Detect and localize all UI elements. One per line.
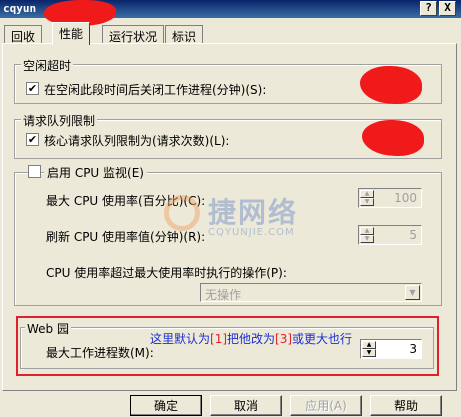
close-title-button[interactable]: X — [439, 1, 456, 16]
max-cpu-spinner[interactable]: ▲ ▼ 100 — [358, 188, 422, 208]
watermark: 捷网络 CQYUNJIE.COM — [164, 191, 354, 245]
apply-button[interactable]: 应用(A) — [290, 395, 362, 416]
help-title-button[interactable]: ? — [420, 1, 437, 16]
cpu-monitor-title: 启用 CPU 监视(E) — [44, 164, 147, 181]
tab-health[interactable]: 运行状况 — [102, 25, 165, 44]
cpu-action-label: CPU 使用率超过最大使用率时执行的操作(P): — [46, 266, 287, 280]
refresh-cpu-spinner[interactable]: ▲ ▼ 5 — [358, 225, 422, 245]
request-queue-label: 核心请求队列限制为(请求次数)(L): — [44, 134, 230, 148]
watermark-domain: CQYUNJIE.COM — [208, 227, 295, 238]
spin-up-icon[interactable]: ▲ — [360, 227, 374, 235]
note-text: 这里默认为 — [150, 332, 211, 346]
chevron-down-icon[interactable]: ▼ — [405, 285, 420, 300]
annotation-note: 这里默认为[1]把他改为[3]或更大也行 — [150, 330, 352, 347]
spin-down-icon[interactable]: ▼ — [360, 235, 374, 243]
idle-timeout-checkbox[interactable]: ✔ — [26, 82, 39, 95]
spin-up-icon[interactable]: ▲ — [360, 190, 374, 198]
spin-down-icon[interactable]: ▼ — [360, 198, 374, 206]
watermark-logo-icon — [164, 195, 200, 231]
idle-timeout-label: 在空闲此段时间后关闭工作进程(分钟)(S): — [44, 83, 267, 97]
help-button[interactable]: 帮助 — [370, 395, 442, 416]
max-cpu-value: 100 — [394, 191, 417, 205]
request-queue-title: 请求队列限制 — [21, 112, 98, 129]
tab-recycle[interactable]: 回收 — [4, 25, 43, 44]
note-text: 把他改为 — [227, 332, 276, 346]
tab-identity[interactable]: 标识 — [165, 25, 204, 44]
note-text: 或更大也行 — [292, 332, 353, 346]
ok-button[interactable]: 确定 — [130, 395, 202, 416]
window-title: cqyun — [3, 2, 37, 15]
note-new-value: [3] — [275, 332, 293, 346]
note-old-value: [1] — [210, 332, 228, 346]
tab-performance[interactable]: 性能 — [52, 22, 91, 45]
watermark-brand: 捷网络 — [208, 196, 299, 229]
title-bar: cqyun ? X — [0, 0, 461, 26]
cpu-monitor-checkbox[interactable] — [28, 165, 41, 178]
cpu-action-select[interactable]: 无操作 ▼ — [200, 283, 422, 302]
idle-timeout-title: 空闲超时 — [21, 57, 74, 74]
tab-strip: 回收 性能 运行状况 标识 — [0, 22, 461, 45]
cpu-action-value: 无操作 — [205, 288, 242, 302]
cancel-button[interactable]: 取消 — [210, 395, 282, 416]
refresh-cpu-value: 5 — [409, 228, 417, 242]
request-queue-checkbox[interactable]: ✔ — [26, 133, 39, 146]
